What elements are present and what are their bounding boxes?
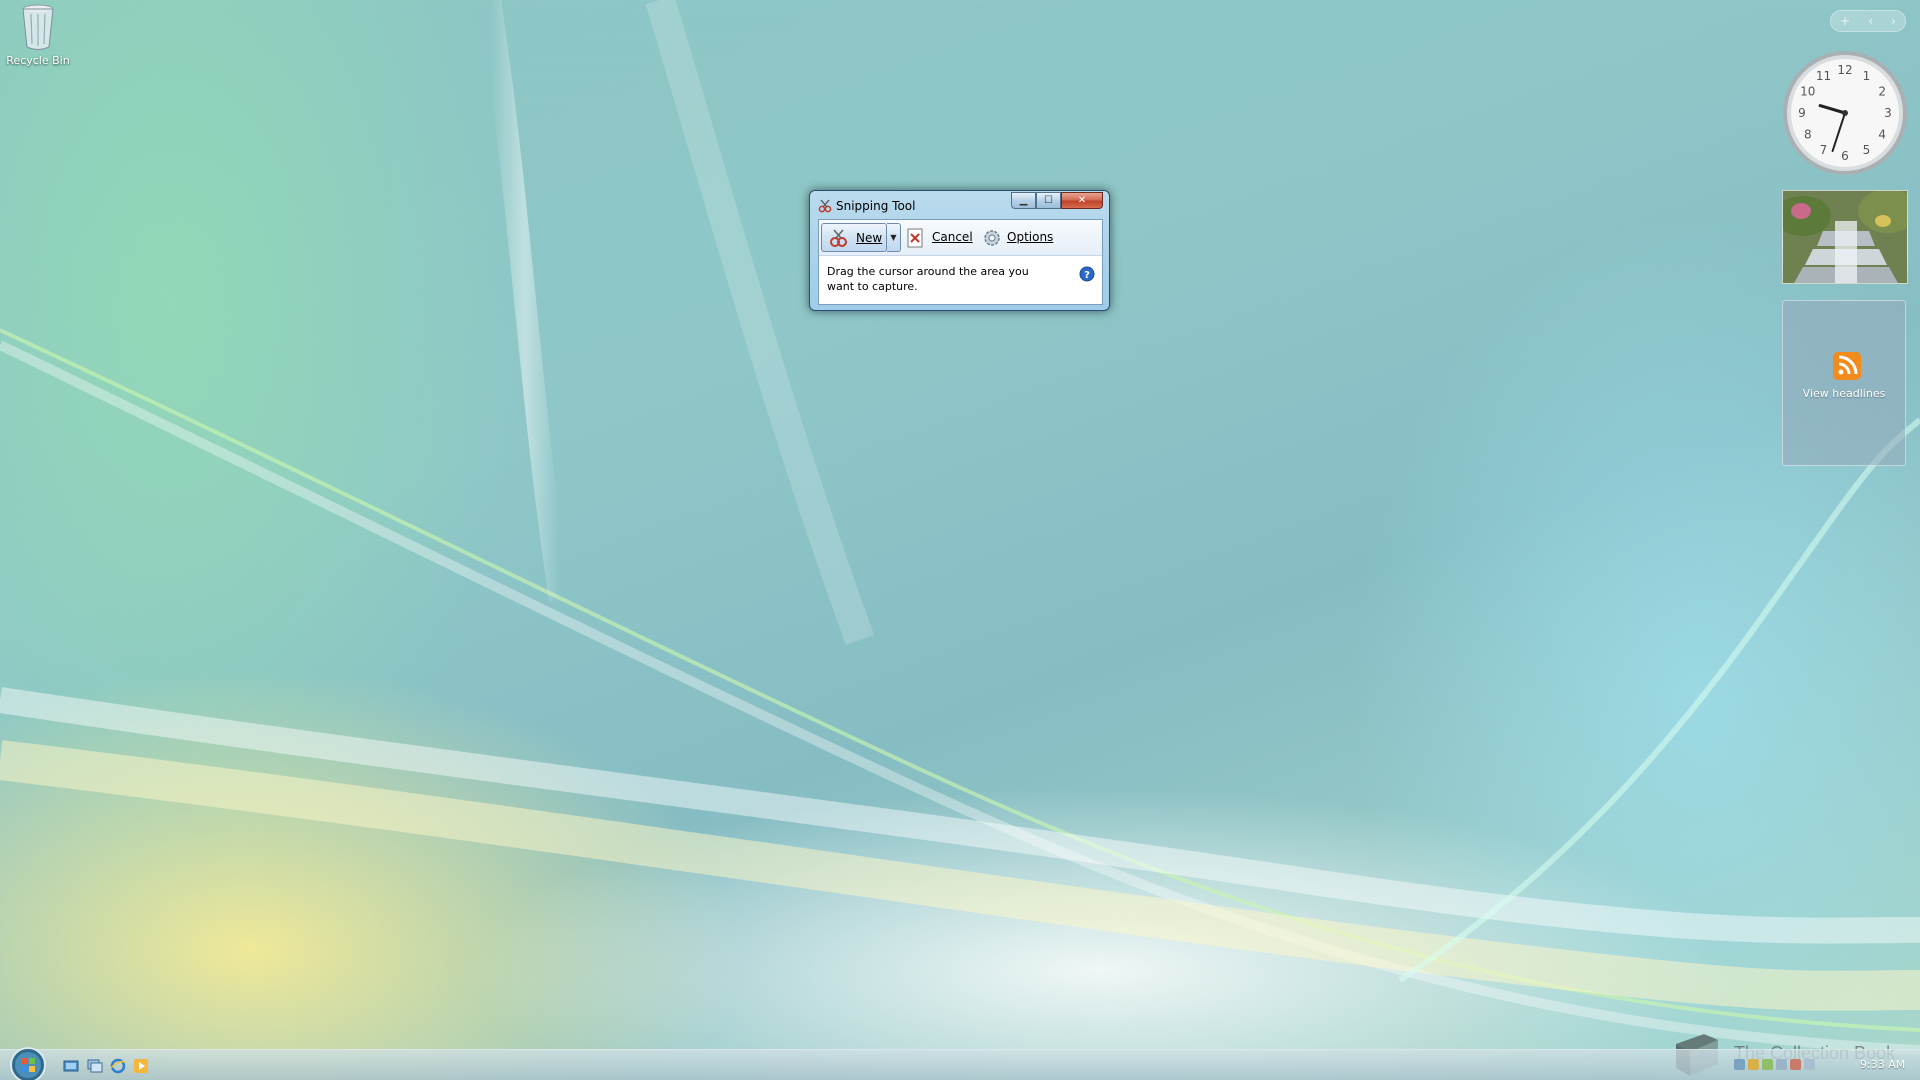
close-button[interactable]: ✕	[1061, 192, 1103, 209]
network-icon[interactable]	[1734, 1059, 1745, 1070]
clock-numeral: 11	[1816, 69, 1831, 83]
clock-numeral: 6	[1841, 149, 1849, 163]
clock-numeral: 8	[1804, 128, 1812, 142]
taskbar: 9:33 AM	[0, 1046, 1920, 1080]
volume-icon[interactable]	[1804, 1059, 1815, 1070]
svg-text:?: ?	[1084, 270, 1090, 281]
start-button[interactable]	[9, 1046, 47, 1080]
window-client-area: New ▼ Cancel Options Drag the cursor aro…	[818, 219, 1103, 305]
power-icon[interactable]	[1790, 1059, 1801, 1070]
options-label: Options	[1007, 230, 1054, 244]
new-snip-dropdown[interactable]: ▼	[887, 223, 901, 252]
maximize-button[interactable]: ☐	[1036, 192, 1061, 209]
recycle-bin-desktop-icon[interactable]: Recycle Bin	[6, 2, 70, 67]
minimize-button[interactable]: ▁	[1011, 192, 1036, 209]
cancel-label: Cancel	[932, 230, 973, 244]
clock-numeral: 1	[1863, 69, 1871, 83]
media-player-icon[interactable]	[133, 1058, 149, 1074]
recycle-bin-label: Recycle Bin	[6, 54, 70, 67]
rss-icon	[1833, 352, 1861, 380]
clock-gadget[interactable]: 12 12 3 45678 9 1011	[1780, 48, 1910, 178]
security-icon[interactable]	[1748, 1059, 1759, 1070]
next-page-button[interactable]: ›	[1891, 14, 1896, 28]
gear-icon	[984, 230, 1000, 246]
clock-numeral: 3	[1884, 106, 1892, 120]
internet-explorer-icon[interactable]	[110, 1058, 126, 1074]
desktop-wallpaper	[0, 0, 1920, 1080]
slideshow-gadget[interactable]	[1782, 190, 1908, 284]
help-icon[interactable]: ?	[1079, 266, 1095, 282]
clock-numeral: 5	[1863, 143, 1871, 157]
switch-windows-icon[interactable]	[87, 1058, 103, 1074]
view-headlines-label: View headlines	[1802, 387, 1886, 400]
maximize-icon: ☐	[1044, 195, 1053, 206]
sidebar-controls: + ‹ ›	[1830, 10, 1906, 32]
toolbar: New ▼ Cancel Options	[819, 220, 1102, 256]
scissors-icon	[818, 199, 832, 213]
clock-numeral: 12	[1837, 63, 1852, 77]
clock-numeral: 10	[1800, 85, 1815, 99]
new-snip-button[interactable]: New	[821, 223, 887, 252]
update-icon[interactable]	[1776, 1059, 1787, 1070]
clock-numeral: 4	[1878, 128, 1886, 142]
previous-page-button[interactable]: ‹	[1868, 14, 1873, 28]
new-snip-icon	[830, 229, 847, 247]
feed-headlines-gadget[interactable]: View headlines	[1782, 300, 1906, 466]
clock-numeral: 9	[1798, 106, 1806, 120]
minimize-icon: ▁	[1019, 195, 1028, 206]
chevron-down-icon: ▼	[890, 233, 897, 242]
title-bar[interactable]: Snipping Tool ▁ ☐ ✕	[816, 192, 1103, 217]
close-icon: ✕	[1077, 195, 1087, 206]
clock-numeral: 2	[1878, 85, 1886, 99]
notification-area	[1734, 1059, 1815, 1070]
new-snip-label: New	[856, 231, 883, 245]
sync-icon[interactable]	[1762, 1059, 1773, 1070]
instruction-text: Drag the cursor around the area you want…	[827, 265, 1029, 293]
waterfall-image	[1783, 191, 1907, 283]
window-title: Snipping Tool	[836, 199, 916, 213]
add-gadget-button[interactable]: +	[1840, 14, 1850, 28]
recycle-bin-icon	[22, 4, 54, 50]
cancel-icon	[907, 228, 923, 248]
snipping-tool-window[interactable]: Snipping Tool ▁ ☐ ✕ New ▼ Cancel Options…	[809, 190, 1110, 311]
clock-numeral: 7	[1820, 143, 1828, 157]
taskbar-clock[interactable]: 9:33 AM	[1860, 1058, 1905, 1071]
show-desktop-icon[interactable]	[63, 1058, 79, 1074]
